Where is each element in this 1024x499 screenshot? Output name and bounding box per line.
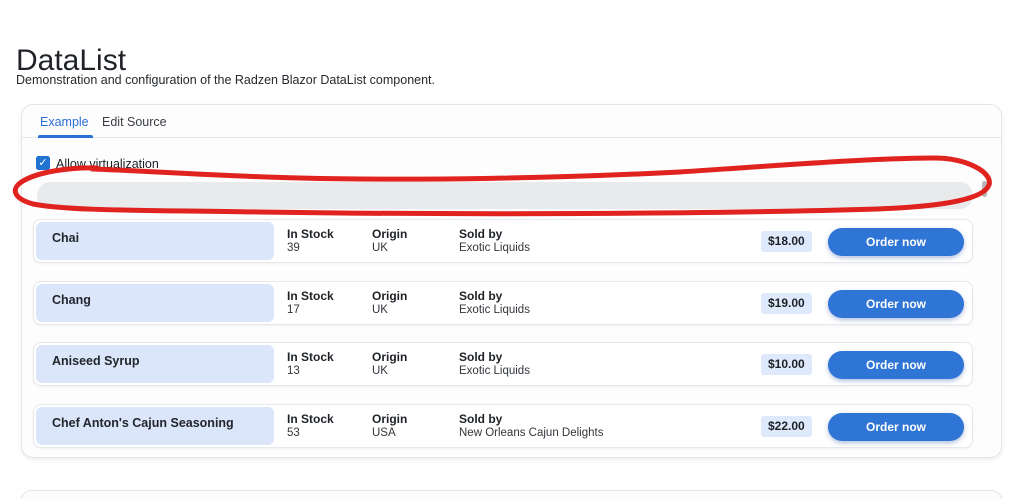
allow-virtualization-label: Allow virtualization [56,157,159,171]
product-name: Chang [52,292,91,307]
sold-by-column: Sold by Exotic Liquids [459,227,530,255]
sold-by-label: Sold by [459,227,503,241]
active-tab-underline [38,135,93,138]
origin-column: Origin USA [372,412,407,440]
sold-by-value: New Orleans Cajun Delights [459,426,604,439]
order-now-button[interactable]: Order now [828,289,964,318]
stock-value: 53 [287,426,300,439]
list-item: Chai In Stock 39 Origin UK Sold by Exoti… [33,219,973,263]
origin-value: UK [372,303,388,316]
origin-column: Origin UK [372,289,407,317]
empty-virtualized-row-placeholder [37,182,973,209]
stock-column: In Stock 39 [287,227,334,255]
stock-value: 13 [287,365,300,377]
product-name: Chef Anton's Cajun Seasoning [52,415,234,430]
order-now-button[interactable]: Order now [828,351,964,379]
check-icon: ✓ [38,157,48,169]
sold-by-value: Exotic Liquids [459,242,530,254]
list-item: Chang In Stock 17 Origin UK Sold by Exot… [33,280,973,325]
origin-label: Origin [372,350,408,364]
tab-edit-source-label: Edit Source [102,115,167,129]
product-name-panel: Chai [36,222,274,260]
stock-value: 17 [287,303,300,316]
sold-by-value: Exotic Liquids [459,303,530,316]
stock-label: In Stock [287,227,334,241]
origin-column: Origin UK [372,227,407,255]
origin-label: Origin [372,288,408,303]
allow-virtualization-checkbox[interactable]: ✓ [36,156,50,170]
sold-by-column: Sold by New Orleans Cajun Delights [459,412,603,440]
product-name-panel: Chang [36,283,274,322]
page-subtitle: Demonstration and configuration of the R… [16,73,435,87]
stock-column: In Stock 13 [287,350,334,378]
sold-by-label: Sold by [459,411,503,426]
origin-column: Origin UK [372,350,407,378]
origin-label: Origin [372,227,408,241]
origin-label: Origin [372,411,408,426]
sold-by-value: Exotic Liquids [459,365,530,377]
vertical-scrollbar-thumb[interactable] [982,181,987,197]
stock-label: In Stock [287,411,334,426]
sold-by-label: Sold by [459,350,503,364]
sold-by-column: Sold by Exotic Liquids [459,350,530,378]
price-badge: $10.00 [761,354,812,375]
order-now-button[interactable]: Order now [828,228,964,256]
price-badge: $18.00 [761,231,812,252]
product-name-panel: Chef Anton's Cajun Seasoning [36,406,274,445]
price-badge: $19.00 [761,292,812,314]
order-now-button[interactable]: Order now [828,412,964,441]
product-name: Chai [52,231,80,245]
stock-label: In Stock [287,288,334,303]
example-card: Example Edit Source ✓ Allow virtualizati… [21,104,1002,458]
tab-edit-source[interactable]: Edit Source [102,105,167,138]
price-badge: $22.00 [761,415,812,437]
tab-example[interactable]: Example [38,105,93,138]
stock-column: In Stock 53 [287,412,334,440]
origin-value: UK [372,365,388,377]
datalist-demo-page: DataList Demonstration and configuration… [0,0,1024,499]
stock-value: 39 [287,242,300,254]
product-name-panel: Aniseed Syrup [36,345,274,383]
stock-label: In Stock [287,350,334,364]
origin-value: UK [372,242,388,254]
list-item: Chef Anton's Cajun Seasoning In Stock 53… [33,403,973,448]
sold-by-column: Sold by Exotic Liquids [459,289,530,317]
list-item: Aniseed Syrup In Stock 13 Origin UK Sold… [33,342,973,386]
tab-example-label: Example [40,115,89,129]
stock-column: In Stock 17 [287,289,334,317]
datalist-rows: Chai In Stock 39 Origin UK Sold by Exoti… [33,219,973,465]
origin-value: USA [372,426,396,439]
product-name: Aniseed Syrup [52,354,140,368]
next-section-card-partial [20,490,1003,499]
tab-bar: Example Edit Source [22,105,1001,138]
sold-by-label: Sold by [459,288,503,303]
